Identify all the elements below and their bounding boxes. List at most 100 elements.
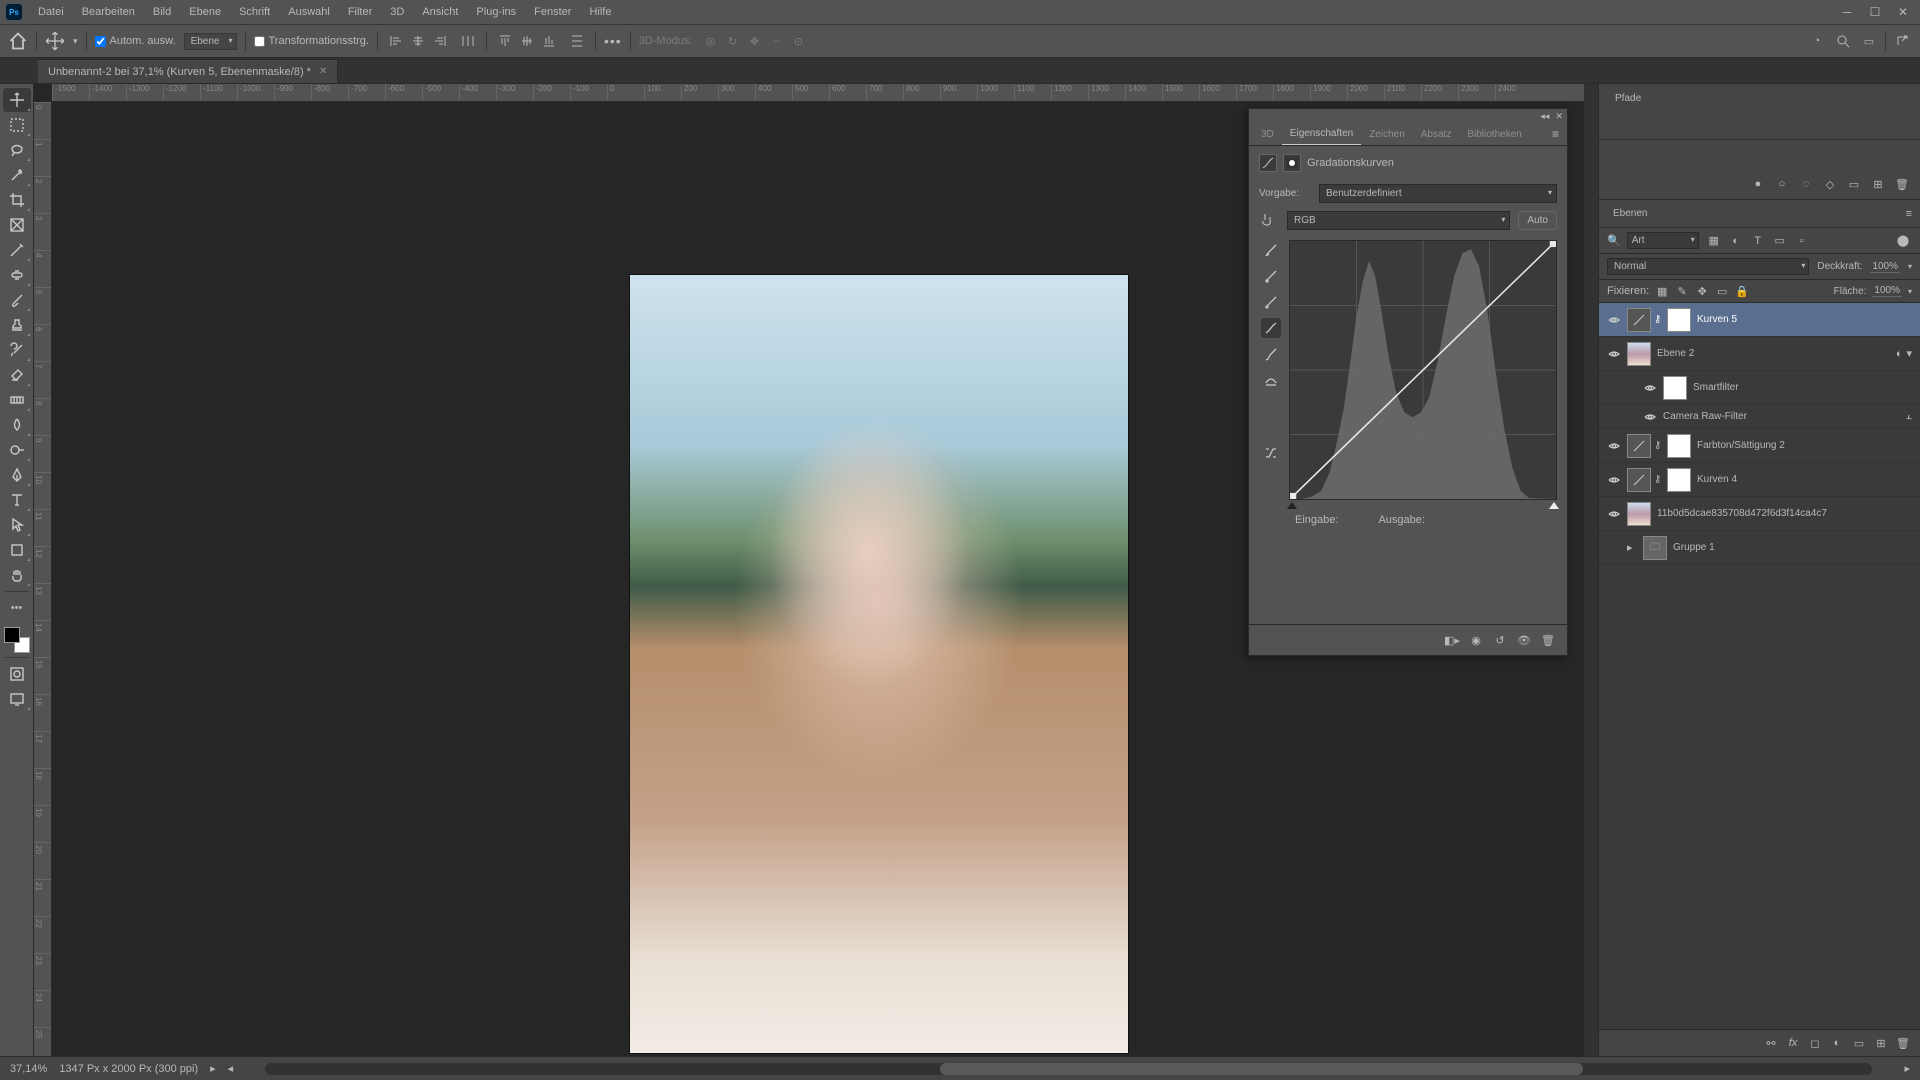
document-tab[interactable]: Unbenannt-2 bei 37,1% (Kurven 5, Ebenenm…: [38, 59, 338, 83]
marquee-tool[interactable]: [3, 113, 31, 137]
crop-tool[interactable]: [3, 188, 31, 212]
properties-tab-3[interactable]: Absatz: [1413, 124, 1460, 145]
curve-clip-icon[interactable]: [1261, 442, 1281, 462]
curve-smooth-icon[interactable]: [1261, 370, 1281, 390]
fill-value[interactable]: 100%: [1872, 285, 1902, 297]
maximize-button[interactable]: ☐: [1864, 3, 1886, 21]
curve-edit-point-icon[interactable]: [1261, 318, 1281, 338]
curve-sample-black-icon[interactable]: [1261, 292, 1281, 312]
document-info[interactable]: 1347 Px x 2000 Px (300 ppi): [59, 1063, 198, 1075]
panel-collapse-icon[interactable]: ◂◂: [1540, 111, 1549, 122]
filter-smart-icon[interactable]: ▫: [1793, 233, 1811, 249]
info-arrow-icon[interactable]: ▸: [210, 1062, 216, 1075]
link-layers-icon[interactable]: ⚯: [1762, 1034, 1780, 1052]
share-icon[interactable]: [1892, 31, 1912, 51]
history-brush-tool[interactable]: [3, 338, 31, 362]
filter-search-icon[interactable]: 🔍: [1607, 234, 1621, 247]
cloud-docs-icon[interactable]: ◔: [1807, 31, 1827, 51]
filter-shape-icon[interactable]: ▭: [1771, 233, 1789, 249]
layer-row[interactable]: Ebene 2◐▾: [1599, 337, 1920, 371]
eyedropper-tool[interactable]: [3, 238, 31, 262]
curve-draw-icon[interactable]: [1261, 344, 1281, 364]
curve-sample-icon[interactable]: [1261, 240, 1281, 260]
transform-controls-checkbox[interactable]: Transformationsstrg.: [254, 35, 369, 47]
brush-tool[interactable]: [3, 288, 31, 312]
align-left-icon[interactable]: [386, 31, 406, 51]
paths-tab[interactable]: Pfade: [1607, 89, 1649, 108]
mask-icon[interactable]: [1283, 154, 1301, 172]
menu-bild[interactable]: Bild: [145, 2, 179, 22]
layer-row[interactable]: 11b0d5dcae835708d472f6d3f14ca4c7: [1599, 497, 1920, 531]
hand-tool[interactable]: [3, 563, 31, 587]
panel-close-icon[interactable]: ✕: [1555, 111, 1563, 122]
new-path-icon[interactable]: ⊞: [1870, 176, 1886, 192]
new-group-icon[interactable]: ▭: [1850, 1034, 1868, 1052]
menu-bearbeiten[interactable]: Bearbeiten: [74, 2, 143, 22]
delete-path-icon[interactable]: 🗑: [1894, 176, 1910, 192]
stamp-tool[interactable]: [3, 313, 31, 337]
layer-row[interactable]: ⚷Kurven 5: [1599, 303, 1920, 337]
menu-filter[interactable]: Filter: [340, 2, 380, 22]
heal-tool[interactable]: [3, 263, 31, 287]
channel-select[interactable]: RGB: [1287, 211, 1510, 230]
screenmode-tool[interactable]: [3, 687, 31, 711]
scroll-left-icon[interactable]: ◂: [228, 1062, 234, 1075]
properties-tab-1[interactable]: Eigenschaften: [1282, 123, 1361, 145]
vertical-scrollbar[interactable]: [1584, 84, 1598, 1056]
blur-tool[interactable]: [3, 413, 31, 437]
color-swatches[interactable]: [4, 627, 30, 653]
filter-adj-icon[interactable]: ◐: [1727, 233, 1745, 249]
align-center-h-icon[interactable]: [408, 31, 428, 51]
finger-tool-icon[interactable]: [1259, 211, 1279, 230]
lasso-tool[interactable]: [3, 138, 31, 162]
lock-pixels-icon[interactable]: ✎: [1675, 284, 1689, 298]
menu-ansicht[interactable]: Ansicht: [414, 2, 466, 22]
menu-plug-ins[interactable]: Plug-ins: [468, 2, 524, 22]
close-button[interactable]: ✕: [1892, 3, 1914, 21]
lock-artboard-icon[interactable]: ▭: [1715, 284, 1729, 298]
align-bottom-icon[interactable]: [539, 31, 559, 51]
scroll-right-icon[interactable]: ▸: [1904, 1062, 1910, 1075]
canvas-area[interactable]: -1500-1400-1300-1200-1100-1000-900-800-7…: [34, 84, 1598, 1056]
type-tool[interactable]: [3, 488, 31, 512]
horizontal-ruler[interactable]: -1500-1400-1300-1200-1100-1000-900-800-7…: [52, 84, 1598, 102]
layer-row[interactable]: ⚷Kurven 4: [1599, 463, 1920, 497]
add-adjustment-icon[interactable]: ◐: [1828, 1034, 1846, 1052]
layer-row[interactable]: Smartfilter: [1599, 371, 1920, 405]
lock-position-icon[interactable]: ✥: [1695, 284, 1709, 298]
reset-icon[interactable]: ↺: [1491, 631, 1509, 649]
filter-pixel-icon[interactable]: ▦: [1705, 233, 1723, 249]
auto-select-checkbox[interactable]: Autom. ausw.: [95, 35, 176, 47]
new-layer-icon[interactable]: ⊞: [1872, 1034, 1890, 1052]
delete-layer-icon[interactable]: 🗑: [1894, 1034, 1912, 1052]
blend-mode-select[interactable]: Normal: [1607, 258, 1809, 275]
layer-row[interactable]: ⚷Farbton/Sättigung 2: [1599, 429, 1920, 463]
eraser-tool[interactable]: [3, 363, 31, 387]
add-mask-icon[interactable]: ◻: [1806, 1034, 1824, 1052]
auto-select-target[interactable]: Ebene: [184, 33, 237, 50]
menu-schrift[interactable]: Schrift: [231, 2, 278, 22]
properties-tab-4[interactable]: Bibliotheken: [1459, 124, 1529, 145]
move-tool-icon[interactable]: [45, 31, 65, 51]
layer-row[interactable]: Camera Raw-Filter⫠: [1599, 405, 1920, 429]
filter-type-select[interactable]: Art: [1627, 232, 1699, 249]
pen-tool[interactable]: [3, 463, 31, 487]
align-right-icon[interactable]: [430, 31, 450, 51]
horizontal-scrollbar[interactable]: [265, 1063, 1872, 1075]
minimize-button[interactable]: ─: [1836, 3, 1858, 21]
add-mask-icon[interactable]: ▭: [1846, 176, 1862, 192]
vertical-ruler[interactable]: 0123456789101112131415161718192021222324…: [34, 102, 52, 1056]
menu-hilfe[interactable]: Hilfe: [581, 2, 619, 22]
menu-3d[interactable]: 3D: [382, 2, 412, 22]
filter-type-icon[interactable]: T: [1749, 233, 1767, 249]
layers-panel-menu-icon[interactable]: ≡: [1906, 208, 1912, 220]
home-icon[interactable]: [8, 31, 28, 51]
opacity-value[interactable]: 100%: [1870, 261, 1900, 273]
workspace-icon[interactable]: ▭: [1859, 31, 1879, 51]
gradient-tool[interactable]: [3, 388, 31, 412]
more-options-icon[interactable]: •••: [604, 33, 622, 49]
quickmask-tool[interactable]: [3, 662, 31, 686]
properties-tab-2[interactable]: Zeichen: [1361, 124, 1413, 145]
clip-to-layer-icon[interactable]: ◧▸: [1443, 631, 1461, 649]
menu-datei[interactable]: Datei: [30, 2, 72, 22]
